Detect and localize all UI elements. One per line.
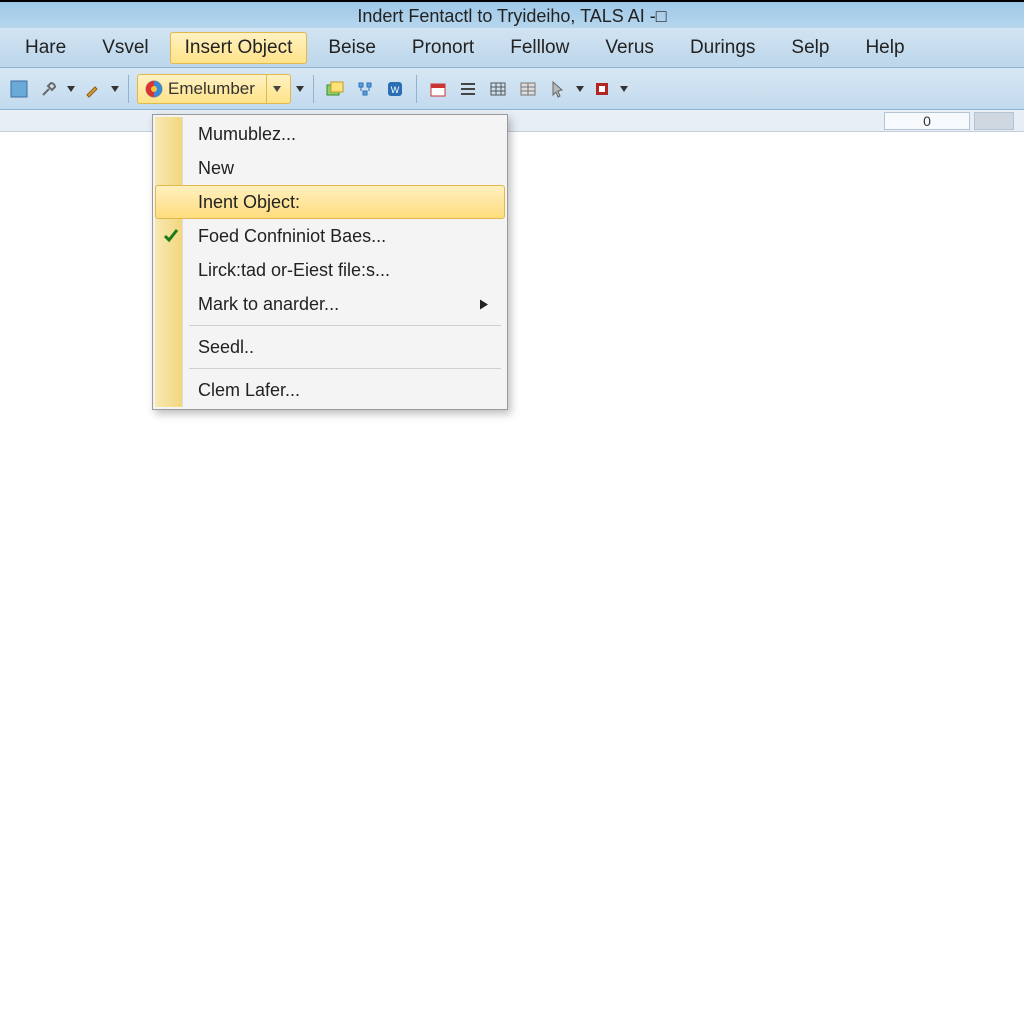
combo-dropdown-button[interactable] — [266, 75, 286, 103]
menu-bar: HareVsvelInsert ObjectBeisePronortFelllo… — [0, 28, 1024, 68]
submenu-arrow-icon — [480, 294, 488, 315]
dropdown-item-label: Mark to anarder... — [198, 294, 339, 315]
wrench-icon[interactable] — [36, 76, 62, 102]
dropdown-item[interactable]: Mumublez... — [155, 117, 505, 151]
tree-icon[interactable] — [352, 76, 378, 102]
dropdown-item[interactable]: Seedl.. — [155, 330, 505, 364]
dropdown-item[interactable]: Clem Lafer... — [155, 373, 505, 407]
menu-item-pronort[interactable]: Pronort — [397, 32, 489, 64]
brush-icon[interactable] — [80, 76, 106, 102]
menu-item-vsvel[interactable]: Vsvel — [87, 32, 163, 64]
dropdown-item[interactable]: Inent Object: — [155, 185, 505, 219]
grid-icon[interactable] — [515, 76, 541, 102]
toolbar-separator — [313, 75, 314, 103]
toolbar: Emelumber W — [0, 68, 1024, 110]
dropdown-item-label: Mumublez... — [198, 124, 296, 145]
dropdown-caret-icon[interactable] — [575, 86, 585, 92]
dropdown-item[interactable]: Lirck:tad or-Eiest file:s... — [155, 253, 505, 287]
list-icon[interactable] — [455, 76, 481, 102]
menu-item-hare[interactable]: Hare — [10, 32, 81, 64]
insert-object-dropdown: Mumublez... New Inent Object: Foed Confnini… — [152, 114, 508, 410]
calendar-icon[interactable] — [425, 76, 451, 102]
dropdown-item-label: Foed Confniniot Baes... — [198, 226, 386, 247]
dropdown-caret-icon[interactable] — [619, 86, 629, 92]
toolbar-icon-app[interactable] — [6, 76, 32, 102]
menu-item-beise[interactable]: Beise — [313, 32, 391, 64]
dropdown-item-label: Clem Lafer... — [198, 380, 300, 401]
dropdown-item-label: New — [198, 158, 234, 179]
cursor-icon[interactable] — [545, 76, 571, 102]
table-icon[interactable] — [485, 76, 511, 102]
dropdown-caret-icon[interactable] — [66, 86, 76, 92]
menu-item-felllow[interactable]: Felllow — [495, 32, 584, 64]
document-icon[interactable]: W — [382, 76, 408, 102]
window-title: Indert Fentactl to Tryideiho, TALS AI -□ — [357, 6, 666, 26]
layers-icon[interactable] — [322, 76, 348, 102]
dropdown-item[interactable]: Foed Confniniot Baes... — [155, 219, 505, 253]
check-icon — [160, 225, 182, 247]
menu-item-durings[interactable]: Durings — [675, 32, 770, 64]
dropdown-item[interactable]: New — [155, 151, 505, 185]
menu-item-verus[interactable]: Verus — [590, 32, 669, 64]
status-empty-cell — [974, 112, 1014, 130]
dropdown-item-label: Inent Object: — [198, 192, 300, 213]
menu-item-selp[interactable]: Selp — [776, 32, 844, 64]
dropdown-separator — [189, 325, 501, 326]
dropdown-caret-icon[interactable] — [295, 86, 305, 92]
svg-text:W: W — [391, 85, 400, 95]
menu-item-insert-object[interactable]: Insert Object — [170, 32, 308, 64]
dropdown-caret-icon[interactable] — [110, 86, 120, 92]
dropdown-separator — [189, 368, 501, 369]
toolbar-separator — [128, 75, 129, 103]
combo-label: Emelumber — [168, 79, 262, 99]
dropdown-item[interactable]: Mark to anarder... — [155, 287, 505, 321]
title-bar: Indert Fentactl to Tryideiho, TALS AI -□ — [0, 0, 1024, 28]
dropdown-item-label: Lirck:tad or-Eiest file:s... — [198, 260, 390, 281]
status-value-cell: 0 — [884, 112, 970, 130]
flag-icon[interactable] — [589, 76, 615, 102]
globe-icon — [144, 79, 164, 99]
toolbar-separator — [416, 75, 417, 103]
menu-item-help[interactable]: Help — [850, 32, 919, 64]
object-type-combo[interactable]: Emelumber — [137, 74, 291, 104]
dropdown-item-label: Seedl.. — [198, 337, 254, 358]
